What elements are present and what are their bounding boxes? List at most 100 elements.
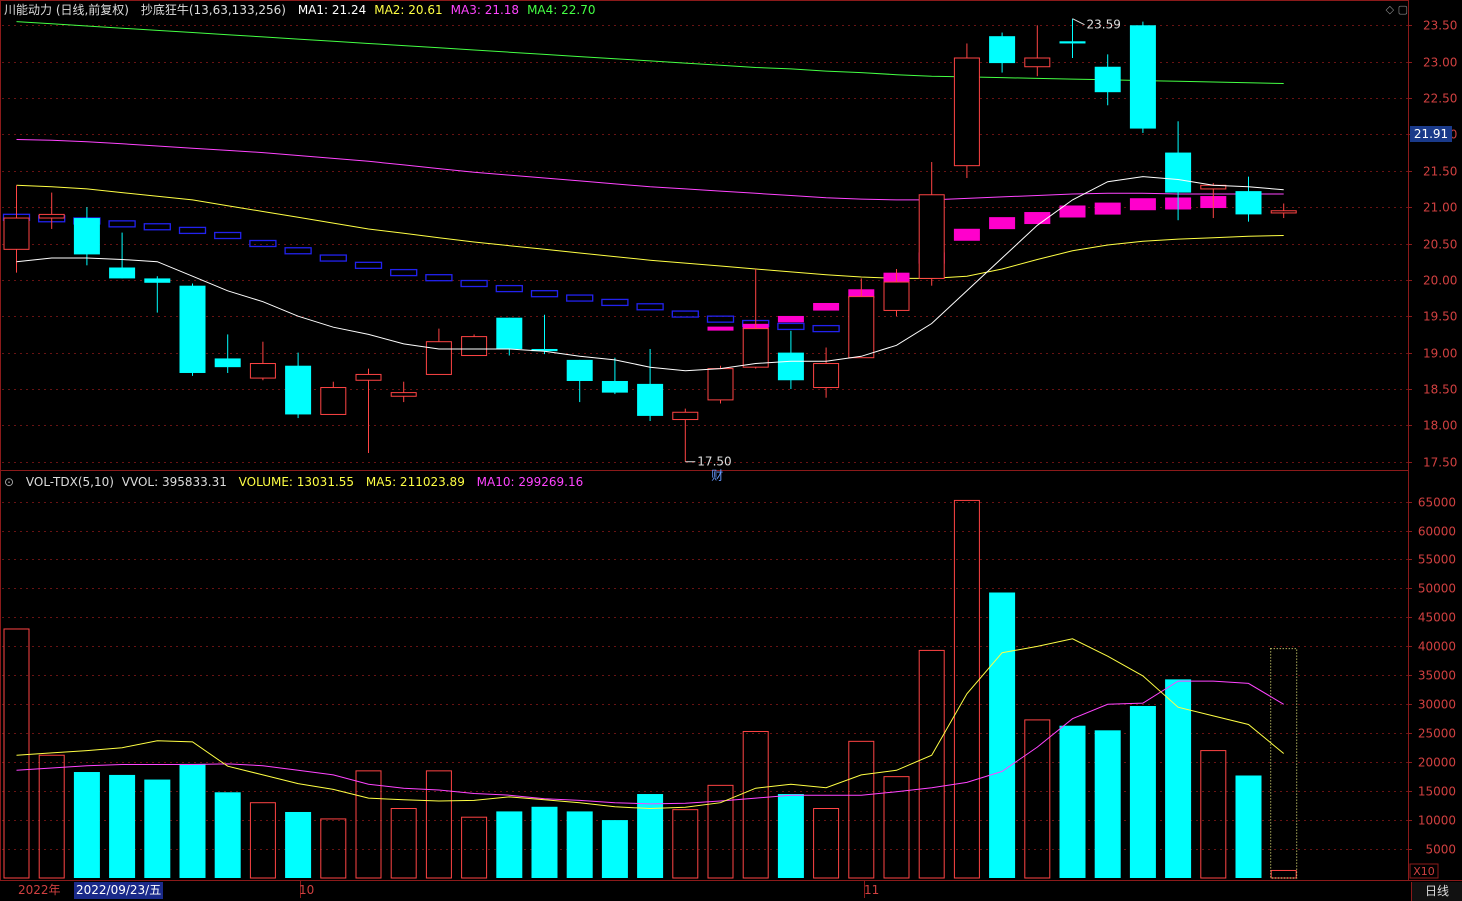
candle-body — [672, 411, 699, 421]
candle-body — [179, 285, 206, 373]
candle-body — [566, 359, 593, 381]
volume-bar — [777, 794, 804, 878]
x-label-nov: 11 — [864, 883, 880, 897]
volume-bar — [109, 774, 136, 878]
price-tick-label: 21.50 — [1423, 165, 1457, 179]
volume-tick-label: 35000 — [1418, 669, 1456, 683]
blue-step-marker — [566, 294, 594, 302]
volume-bar — [601, 820, 628, 878]
candle-body — [1059, 41, 1086, 44]
collapse-icon[interactable]: ⊙ — [4, 475, 14, 489]
candle-body — [1129, 25, 1156, 129]
candle-body — [144, 278, 171, 283]
period-selector[interactable]: 日线 — [1411, 882, 1462, 901]
price-tick-label: 22.50 — [1423, 92, 1457, 106]
volume-label: VOLUME: 13031.55 — [238, 475, 355, 489]
candle-body — [249, 363, 276, 379]
price-tick-label: 23.50 — [1423, 19, 1457, 33]
volume-tick-label: 45000 — [1418, 611, 1456, 625]
window-controls[interactable]: ◇ ▢ — [1386, 3, 1408, 16]
magenta-step-marker — [953, 228, 980, 241]
magenta-step-marker — [813, 302, 840, 311]
ma5-label: MA5: 211023.89 — [365, 475, 465, 489]
projected-volume-box — [1270, 648, 1298, 879]
blue-step-marker — [706, 315, 735, 323]
candle-body — [214, 358, 241, 368]
blue-step-marker — [530, 290, 559, 298]
price-tick-label: 19.50 — [1423, 310, 1457, 324]
ma-label-3: MA3: 21.18 — [450, 3, 520, 17]
blue-step-marker — [249, 239, 277, 248]
indicator-name[interactable]: 抄底狂牛(13,63,133,256) — [141, 3, 286, 17]
magenta-step-marker — [989, 217, 1016, 230]
magenta-step-marker — [707, 326, 734, 331]
blue-step-marker — [143, 223, 171, 231]
ma3-line — [16, 139, 1284, 201]
volume-bar — [461, 816, 488, 879]
volume-tick-label: 60000 — [1418, 525, 1456, 539]
volume-tick-label: 55000 — [1418, 553, 1456, 567]
volume-bar — [813, 808, 840, 879]
volume-tick-label: 25000 — [1418, 727, 1456, 741]
x-label-cursor-date: 2022/09/23/五 — [74, 882, 164, 899]
ma-label-4: MA4: 22.70 — [527, 3, 596, 17]
blue-step-marker — [671, 310, 699, 318]
candle-body — [1094, 66, 1121, 93]
volume-bar — [179, 763, 206, 878]
candle-body — [742, 328, 769, 368]
vol-scale-tag: X10 — [1413, 865, 1435, 878]
ma-label-1: MA1: 21.24 — [297, 3, 367, 17]
volume-bar — [1270, 869, 1297, 879]
finance-event-marker: 财 — [711, 469, 723, 483]
blue-step-marker — [319, 254, 347, 262]
candle-body — [1270, 210, 1297, 214]
price-tick-label: 19.00 — [1423, 347, 1457, 361]
volume-bar — [918, 649, 945, 879]
ma-legend: MA1: 21.24 MA2: 20.61 MA3: 21.18 MA4: 22.70 — [298, 3, 604, 17]
candle-body — [425, 341, 452, 375]
price-tick-label: 20.00 — [1423, 274, 1457, 288]
candle-body — [73, 218, 100, 255]
vol-ma10-line — [16, 680, 1284, 805]
candle-body — [38, 213, 65, 219]
volume-bar — [531, 806, 558, 878]
blue-step-marker — [108, 220, 136, 228]
volume-bar — [390, 808, 417, 879]
high-marker-line — [1072, 18, 1085, 26]
price-tick-label: 21.00 — [1423, 201, 1457, 215]
ma2-line — [16, 184, 1284, 279]
volume-bar — [1235, 775, 1262, 878]
stock-title[interactable]: 川能动力 (日线,前复权) — [4, 3, 129, 17]
candle-body — [918, 194, 945, 279]
candle-body — [1235, 191, 1262, 215]
volume-bar — [425, 770, 452, 879]
volume-bar — [144, 779, 171, 878]
candle-body — [496, 317, 523, 349]
price-tick-label: 23.00 — [1423, 56, 1457, 70]
volume-bar — [249, 802, 276, 879]
candle-body — [813, 363, 840, 389]
ma10-label: MA10: 299269.16 — [476, 475, 584, 489]
volume-bar — [1129, 706, 1156, 878]
kline-chart[interactable]: 17.50 18.00 18.50 19.00 19.50 20.00 20.50 21.00… — [0, 0, 1462, 901]
candle-body — [601, 380, 628, 393]
volume-tick-label: 40000 — [1418, 640, 1456, 654]
vol-ma5-line — [16, 638, 1285, 810]
volume-bar — [989, 592, 1016, 878]
volume-bar — [637, 794, 664, 878]
vol-indicator-name[interactable]: VOL-TDX(5,10) — [26, 475, 114, 489]
volume-bar — [3, 628, 30, 879]
candle-body — [883, 281, 910, 311]
price-tick-label: 20.50 — [1423, 238, 1457, 252]
candle-body — [285, 365, 312, 415]
volume-bar — [320, 818, 347, 879]
magenta-step-marker — [777, 315, 804, 323]
volume-tick-label: 20000 — [1418, 756, 1456, 770]
candle-body — [637, 383, 664, 416]
price-tick-label: 18.50 — [1423, 383, 1457, 397]
candle-body — [1024, 57, 1051, 68]
volume-bar — [73, 772, 100, 878]
volume-tick-label: 65000 — [1418, 496, 1456, 510]
price-tick-label: 18.00 — [1423, 419, 1457, 433]
volume-tick-label: 50000 — [1418, 582, 1456, 596]
